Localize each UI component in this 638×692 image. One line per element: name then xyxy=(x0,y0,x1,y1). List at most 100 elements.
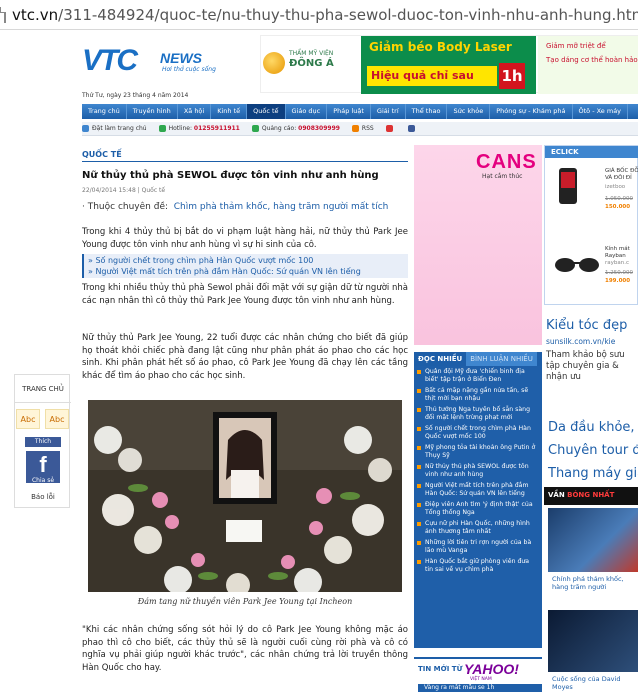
most-read-item[interactable]: Người Việt mất tích trên phà đắm Hàn Quố… xyxy=(414,480,542,499)
nav-item[interactable]: Thể thao xyxy=(406,104,448,119)
related-link[interactable]: » Người Việt mất tích trên phà đắm Hàn Q… xyxy=(88,266,404,277)
most-read-item[interactable]: Bất cả mặp nặng gần nửa tấn, sẽ thịt mời… xyxy=(414,385,542,404)
header-date: Thứ Tư, ngày 23 tháng 4 năm 2014 xyxy=(82,92,189,99)
text-ad-link[interactable]: Thang máy gia xyxy=(548,462,638,485)
video-title[interactable]: Chính phá thảm khốc, hàng trăm người xyxy=(552,575,638,591)
phone-icon xyxy=(158,125,166,132)
banner-brand: THẨM MỸ VIỆN ĐÔNG Á xyxy=(263,48,358,84)
most-read-item[interactable]: Số người chết trong chìm phà Hàn Quốc vư… xyxy=(414,423,542,442)
article-meta: 22/04/2014 15:48 | Quốc tế xyxy=(82,187,166,194)
phone-product-image[interactable] xyxy=(559,168,577,204)
most-read-item[interactable]: Quân đội Mỹ đưa 'chiến binh địa biết' tậ… xyxy=(414,366,542,385)
font-size-small-button[interactable]: Abc xyxy=(16,409,40,429)
sunglasses-product-image[interactable] xyxy=(553,256,601,274)
bullet-icon xyxy=(417,389,421,393)
tab-most-read[interactable]: ĐỌC NHIỀU xyxy=(414,352,467,366)
most-read-item[interactable]: Nữ thủy thủ phà SEWOL được tôn vinh như … xyxy=(414,461,542,480)
nav-item[interactable]: Kinh tế xyxy=(211,104,248,119)
nav-item[interactable]: Giải trí xyxy=(371,104,406,119)
funeral-photo[interactable] xyxy=(88,400,402,592)
phone-icon xyxy=(251,125,259,132)
report-error-link[interactable]: Báo lỗi xyxy=(15,493,71,501)
nav-item[interactable]: Xã hội xyxy=(178,104,212,119)
most-read-title: Điệp viên Anh tìm 'ý định thật' của Tổng… xyxy=(425,501,533,516)
bullet-icon xyxy=(417,522,421,526)
bullet-icon xyxy=(417,446,421,450)
banner-ad[interactable]: THẨM MỸ VIỆN ĐÔNG Á Giảm béo Body Laser … xyxy=(260,35,638,94)
bullet-icon xyxy=(417,484,421,488)
bullet-icon xyxy=(417,560,421,564)
eclick-header: ECLICK xyxy=(545,146,638,158)
most-read-title: Những lời tiên tri rợn người của bà lão … xyxy=(425,539,532,554)
article-paragraph: Nữ thủy thủ Park Jee Young, 22 tuổi được… xyxy=(82,333,408,381)
brand-logo-icon xyxy=(263,52,285,74)
font-size-large-button[interactable]: Abc xyxy=(45,409,69,429)
nav-item[interactable]: Truyền hình xyxy=(127,104,178,119)
article-title: Nữ thủy thủ phà SEWOL được tôn vinh như … xyxy=(82,170,379,181)
most-read-title: Bất cả mặp nặng gần nửa tấn, sẽ thịt mời… xyxy=(425,387,529,402)
nav-item[interactable]: Quốc tế xyxy=(247,104,286,119)
topic-link[interactable]: Chìm phà thảm khốc, hàng trăm người mất … xyxy=(174,202,389,212)
facebook-like-button[interactable]: Thích xyxy=(25,437,61,447)
yahoo-logo[interactable]: YAHOO! xyxy=(464,661,519,677)
cans-ad[interactable]: CANS Hạt cắm thúc xyxy=(414,145,542,345)
text-ad-link[interactable]: sunsilk.com.vn/kie xyxy=(546,337,615,346)
video-thumbnail[interactable] xyxy=(548,610,638,672)
bullet-icon xyxy=(417,541,421,545)
video-section-header: VẦN BÓNG NHẤT xyxy=(544,487,638,505)
article-paragraph: Trong khi nhiều thủy thủ phà Sewol phải … xyxy=(82,283,408,306)
home-link[interactable]: TRANG CHỦ xyxy=(15,375,71,403)
video-thumbnail[interactable] xyxy=(548,508,638,572)
site-logo[interactable]: VTC NEWS Hơi thở cuộc sống xyxy=(82,44,222,82)
most-read-item[interactable]: Điệp viên Anh tìm 'ý định thật' của Tổng… xyxy=(414,499,542,518)
most-read-title: Hàn Quốc bắt giữ phòng viên đưa tin sai … xyxy=(425,558,530,573)
bullet-icon xyxy=(417,370,421,374)
text-ads-list: Da đầu khỏe, Chuyên tour đ Thang máy gia xyxy=(548,416,638,485)
related-links: » Số người chết trong chìm phà Hàn Quốc … xyxy=(82,254,408,278)
text-ad-link[interactable]: Chuyên tour đ xyxy=(548,439,638,462)
bullet-icon xyxy=(417,503,421,507)
text-ad-link[interactable]: Da đầu khỏe, xyxy=(548,416,638,439)
most-read-title: Thủ tướng Nga tuyên bố sẵn sàng đối mặt … xyxy=(425,406,531,421)
banner-main: Giảm béo Body Laser Hiệu quả chỉ sau 1h xyxy=(361,36,536,94)
most-read-item[interactable]: Những lời tiên tri rợn người của bà lão … xyxy=(414,537,542,556)
banner-side: Giảm mỡ triệt để Tạo dáng cơ thể hoàn hả… xyxy=(538,36,638,94)
facebook-link[interactable] xyxy=(407,125,418,132)
article-category[interactable]: QUỐC TẾ xyxy=(82,150,408,162)
tab-most-commented[interactable]: BÌNH LUẬN NHIỀU xyxy=(466,352,537,366)
most-read-item[interactable]: Thủ tướng Nga tuyên bố sẵn sàng đối mặt … xyxy=(414,404,542,423)
most-read-list: Quân đội Mỹ đưa 'chiến binh địa biết' tậ… xyxy=(414,366,542,648)
bullet-icon xyxy=(417,408,421,412)
article-lead: Trong khi 4 thủy thủ bị bắt do vi phạm l… xyxy=(82,227,408,250)
most-read-item[interactable]: Cựu nữ phi Hàn Quốc, những hình ảnh thươ… xyxy=(414,518,542,537)
google-plus-link[interactable] xyxy=(385,125,396,132)
ads-contact: Quảng cáo: 0908309999 xyxy=(251,125,340,132)
video-title[interactable]: Cuộc sống của David Moyes xyxy=(552,675,638,691)
most-read-item[interactable]: Hàn Quốc bắt giữ phòng viên đưa tin sai … xyxy=(414,556,542,575)
yahoo-news-item[interactable]: Vàng ra mắt mẫu se 1h xyxy=(418,684,542,692)
address-bar[interactable]: vtc.vn/311-484924/quoc-te/nu-thuy-thu-ph… xyxy=(0,0,638,30)
rss-icon xyxy=(351,125,359,132)
eclick-ad-box[interactable]: ECLICK GIÁ BỐC ĐỖ VÀ ĐÔI ĐỈ izetboo 1.05… xyxy=(544,145,638,305)
most-read-title: Nữ thủy thủ phà SEWOL được tôn vinh như … xyxy=(425,463,529,478)
nav-item[interactable]: Sức khỏe xyxy=(447,104,491,119)
bullet-icon xyxy=(417,427,421,431)
nav-item[interactable]: Giáo dục xyxy=(286,104,328,119)
most-read-item[interactable]: Mỹ phong tỏa tài khoản ông Putin ở Thụy … xyxy=(414,442,542,461)
nav-item[interactable]: Pháp luật xyxy=(327,104,371,119)
nav-item[interactable]: Ôtô - Xe máy xyxy=(573,104,629,119)
related-link[interactable]: » Số người chết trong chìm phà Hàn Quốc … xyxy=(88,255,404,266)
rss-link[interactable]: RSS xyxy=(351,125,374,132)
article-paragraph: "Khi các nhân chứng sống sót hỏi lý do c… xyxy=(82,625,408,673)
set-homepage-link[interactable]: Đặt làm trang chủ xyxy=(82,125,147,132)
text-ad-title[interactable]: Kiểu tóc đẹp xyxy=(546,318,627,333)
url-text[interactable]: vtc.vn/311-484924/quoc-te/nu-thuy-thu-ph… xyxy=(12,6,638,24)
home-icon xyxy=(82,125,89,132)
nav-item[interactable]: Trang chủ xyxy=(82,104,127,119)
share-label: Chia sẻ xyxy=(31,477,55,484)
page-icon xyxy=(0,6,6,23)
article-topic: · Thuộc chuyên đề: Chìm phà thảm khốc, h… xyxy=(82,202,389,212)
most-read-tabs: ĐỌC NHIỀU BÌNH LUẬN NHIỀU xyxy=(414,352,542,366)
nav-item[interactable]: Phóng sự - Khám phá xyxy=(490,104,573,119)
most-read-title: Người Việt mất tích trên phà đắm Hàn Quố… xyxy=(425,482,529,497)
